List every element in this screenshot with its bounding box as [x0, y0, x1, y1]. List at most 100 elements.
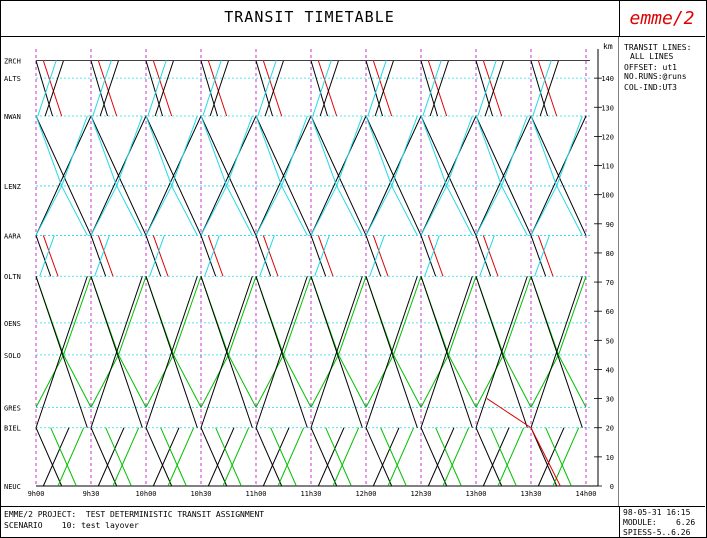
trip-line-red — [262, 60, 283, 117]
side-panel: TRANSIT LINES: ALL LINES OFFSET: ut1 NO.… — [620, 37, 705, 506]
logo-box: emme/2 — [620, 0, 705, 37]
trip-line-cyan — [391, 115, 418, 187]
trip-line-red — [486, 398, 532, 429]
trip-line-red — [317, 235, 334, 277]
trip-line-green — [497, 427, 525, 487]
footer: EMME/2 PROJECT: TEST DETERMINISTIC TRANS… — [0, 506, 705, 537]
station-label: ZRCH — [4, 58, 21, 66]
trip-line-black — [255, 427, 283, 487]
trip-line-green — [325, 427, 352, 487]
trip-line-cyan — [475, 185, 503, 236]
trip-line-cyan — [202, 60, 222, 117]
side-no-runs: NO.RUNS:@runs — [624, 72, 687, 81]
trip-line-green — [545, 427, 572, 487]
y-tick-label: 40 — [606, 366, 614, 374]
trip-line-cyan — [61, 185, 88, 236]
x-tick-label: 12h30 — [410, 490, 431, 498]
trip-line-green — [283, 276, 312, 356]
x-tick-label: 13h00 — [465, 490, 486, 498]
trip-line-red — [317, 60, 338, 117]
trip-line-red — [97, 235, 114, 277]
trip-line-cyan — [556, 185, 583, 236]
trip-line-green — [277, 427, 305, 487]
grid-lines — [35, 49, 602, 487]
trip-line-red — [372, 235, 389, 277]
trip-line-green — [552, 427, 580, 487]
trip-line-black — [482, 427, 510, 487]
x-tick-label: 10h00 — [135, 490, 156, 498]
y-tick-label: 140 — [601, 75, 614, 83]
trip-line-black — [420, 427, 448, 487]
trip-line-green — [435, 427, 462, 487]
trip-line-cyan — [255, 185, 283, 236]
trip-line-black — [475, 60, 493, 117]
trip-line-green — [112, 427, 140, 487]
trip-line-black — [209, 60, 229, 117]
trip-line-black — [154, 60, 174, 117]
side-transit-lines: TRANSIT LINES: — [624, 43, 692, 52]
trip-line-cyan — [365, 115, 393, 187]
y-tick-label: 90 — [606, 221, 614, 229]
x-tick-label: 11h00 — [245, 490, 266, 498]
trip-line-green — [475, 354, 504, 408]
side-col-ind: COL-IND:UT3 — [624, 83, 677, 92]
footer-divider — [619, 507, 620, 537]
trip-line-cyan — [259, 235, 275, 277]
trip-line-cyan — [147, 60, 167, 117]
trip-line-black — [90, 427, 118, 487]
trip-line-cyan — [39, 235, 55, 277]
trip-line-black — [35, 60, 53, 117]
timetable-chart: km ZRCH ALTS NWAN LENZ AARA OLTN OENS SOLO GRES B… — [4, 37, 619, 507]
trip-line-black — [90, 60, 108, 117]
trip-line-cyan — [424, 235, 440, 277]
trip-line-black — [372, 427, 400, 487]
page-title: TRANSIT TIMETABLE — [224, 8, 395, 26]
trip-line-black — [317, 427, 345, 487]
trip-line-cyan — [204, 235, 220, 277]
trip-line-red — [207, 60, 228, 117]
y-tick-label: 80 — [606, 250, 614, 258]
trip-line-green — [50, 427, 77, 487]
station-label: AARA — [4, 232, 22, 240]
trip-line-red — [537, 235, 554, 277]
trip-line-green — [200, 354, 229, 408]
trip-line-black — [310, 60, 328, 117]
trip-line-green — [393, 276, 422, 356]
trip-line-cyan — [90, 185, 118, 236]
x-tick-label: 12h00 — [355, 490, 376, 498]
trip-line-red — [537, 60, 558, 117]
trip-line-cyan — [314, 235, 330, 277]
trip-line-red — [152, 60, 173, 117]
trip-line-red — [97, 60, 118, 117]
trip-line-black — [200, 427, 228, 487]
trip-line-black — [484, 60, 504, 117]
trip-line-black — [365, 427, 393, 487]
trip-line-green — [215, 427, 242, 487]
x-tick-label: 13h30 — [520, 490, 541, 498]
trip-line-green — [420, 354, 449, 408]
trip-line-black — [44, 60, 64, 117]
trip-line-black — [530, 60, 548, 117]
y-tick-label: 70 — [606, 279, 614, 287]
trip-line-black — [152, 427, 180, 487]
footer-scenario: SCENARIO 10: test layover — [4, 521, 139, 530]
trip-line-black — [310, 427, 338, 487]
trip-line-cyan — [35, 185, 63, 236]
trip-line-black — [42, 427, 70, 487]
trip-line-red — [372, 60, 393, 117]
trip-line-black — [420, 235, 437, 277]
trip-line-black — [427, 427, 455, 487]
trip-line-black — [530, 235, 547, 277]
trip-line-black — [35, 427, 63, 487]
trip-line-cyan — [446, 115, 473, 187]
trip-line-black — [255, 60, 273, 117]
footer-date: 98-05-31 16:15 — [623, 508, 691, 517]
trip-line-cyan — [312, 60, 332, 117]
trip-line-black — [475, 427, 503, 487]
trip-line-cyan — [145, 185, 173, 236]
trip-line-red — [427, 235, 444, 277]
x-tick-label: 9h30 — [83, 490, 100, 498]
trip-line-cyan — [336, 115, 363, 187]
trip-line-green — [173, 276, 202, 356]
trip-line-cyan — [226, 185, 253, 236]
